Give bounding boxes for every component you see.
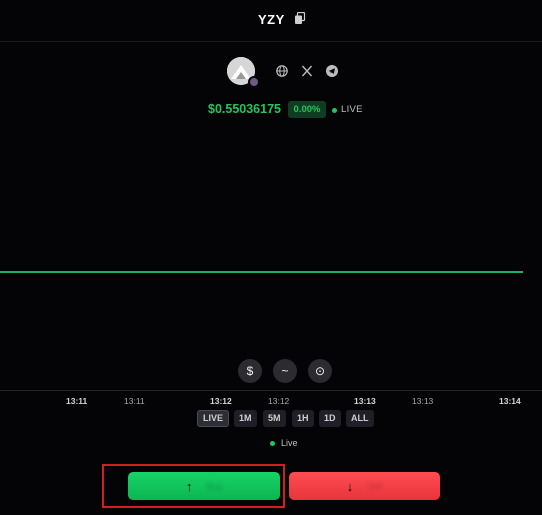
dollar-toggle-button[interactable]: $ <box>238 359 262 383</box>
wave-icon: ~ <box>281 364 289 378</box>
live-label: LIVE <box>341 104 363 115</box>
timeframe-5m[interactable]: 5M <box>263 410 286 427</box>
live-status-label: Live <box>281 438 298 448</box>
x-twitter-icon[interactable] <box>300 64 314 78</box>
axis-tick: 13:13 <box>354 396 376 406</box>
axis-tick: 13:14 <box>499 396 521 406</box>
timeframe-all[interactable]: ALL <box>346 410 374 427</box>
target-button[interactable]: ⊙ <box>308 359 332 383</box>
timeframe-live[interactable]: LIVE <box>197 410 230 427</box>
axis-tick: 13:11 <box>124 396 145 406</box>
timeframe-1d[interactable]: 1D <box>319 410 341 427</box>
axis-tick: 13:11 <box>66 396 88 406</box>
top-header: YZY <box>0 0 542 42</box>
telegram-icon[interactable] <box>325 64 339 78</box>
target-icon: ⊙ <box>314 364 326 378</box>
token-ticker: YZY <box>258 12 285 27</box>
up-button[interactable]: ↑ Buy <box>128 472 280 500</box>
timeframe-1h[interactable]: 1H <box>292 410 314 427</box>
price-line <box>0 271 523 273</box>
live-status-dot <box>270 441 275 446</box>
live-indicator-dot <box>332 108 337 113</box>
axis-tick: 13:13 <box>412 396 434 406</box>
price-change-badge: 0.00% <box>288 101 326 118</box>
timeframe-1m[interactable]: 1M <box>234 410 257 427</box>
price-row: $0.55036175 0.00% LIVE <box>0 101 542 119</box>
axis-tick: 13:12 <box>210 396 232 406</box>
arrow-up-icon: ↑ <box>185 478 193 494</box>
down-button[interactable]: ↓ Sell <box>289 472 440 500</box>
dollar-icon: $ <box>246 364 254 378</box>
arrow-down-icon: ↓ <box>346 478 354 494</box>
up-button-label: Buy <box>206 481 222 491</box>
time-axis: 13:11 13:11 13:12 13:12 13:13 13:13 13:1… <box>0 390 542 408</box>
chain-badge <box>248 76 260 88</box>
copy-icon[interactable] <box>294 11 306 25</box>
price-chart[interactable] <box>0 120 542 390</box>
axis-tick: 13:12 <box>268 396 290 406</box>
current-price: $0.55036175 <box>208 102 281 116</box>
line-style-button[interactable]: ~ <box>273 359 297 383</box>
globe-icon[interactable] <box>275 64 289 78</box>
down-button-label: Sell <box>367 481 383 491</box>
